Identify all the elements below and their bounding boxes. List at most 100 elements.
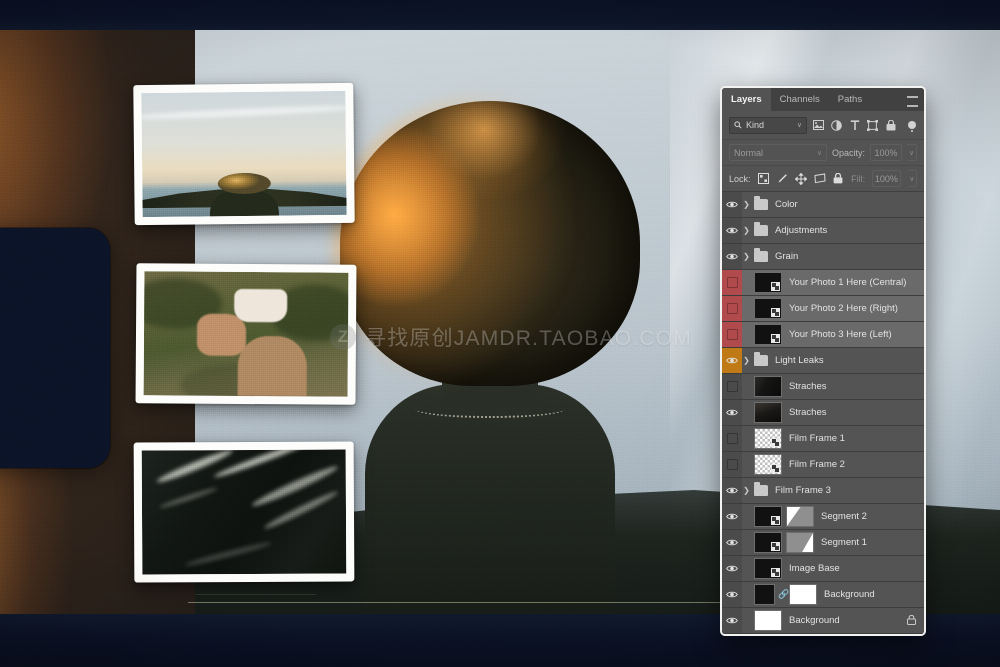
tab-channels[interactable]: Channels	[770, 88, 829, 111]
layer-thumbnail[interactable]	[754, 298, 782, 319]
layer-name[interactable]: Film Frame 3	[775, 485, 831, 496]
eye-visible-icon[interactable]	[726, 590, 738, 599]
smart-object-filter-icon[interactable]	[884, 119, 897, 132]
eye-hidden-icon[interactable]	[726, 303, 738, 314]
layer-name[interactable]: Your Photo 2 Here (Right)	[789, 303, 898, 314]
layer-thumbnail[interactable]	[754, 324, 782, 345]
lock-transparent-pixels-icon[interactable]	[757, 173, 769, 185]
layer-visibility-toggle[interactable]	[722, 556, 742, 581]
layer-row[interactable]: ❯ Light Leaks	[722, 348, 924, 374]
fill-chevron-icon[interactable]: ∨	[907, 170, 918, 187]
layer-name[interactable]: Film Frame 2	[789, 459, 845, 470]
layer-visibility-toggle[interactable]	[722, 582, 742, 607]
hamburger-menu-icon[interactable]	[907, 96, 918, 107]
blend-mode-select[interactable]: Normal ∨	[729, 144, 827, 161]
layer-visibility-toggle[interactable]	[722, 192, 742, 217]
expand-arrow-icon[interactable]: ❯	[742, 486, 751, 495]
adjustment-layer-filter-icon[interactable]	[830, 119, 843, 132]
layer-visibility-toggle[interactable]	[722, 478, 742, 503]
layer-visibility-toggle[interactable]	[722, 426, 742, 451]
layer-row[interactable]: ❯ Grain	[722, 244, 924, 270]
fill-input[interactable]: 100%	[872, 170, 901, 187]
layer-row[interactable]: ❯Background	[722, 608, 924, 634]
layer-name[interactable]: Your Photo 1 Here (Central)	[789, 277, 906, 288]
photo-card-bottom[interactable]	[133, 441, 355, 583]
layer-name[interactable]: Film Frame 1	[789, 433, 845, 444]
layer-name[interactable]: Straches	[789, 381, 827, 392]
layer-row[interactable]: ❯Film Frame 1	[722, 426, 924, 452]
layer-name[interactable]: Grain	[775, 251, 798, 262]
layer-row[interactable]: ❯ Color	[722, 192, 924, 218]
layer-visibility-toggle[interactable]	[722, 244, 742, 269]
layer-thumbnail[interactable]	[754, 272, 782, 293]
eye-visible-icon[interactable]	[726, 252, 738, 261]
opacity-chevron-icon[interactable]: ∨	[907, 144, 917, 161]
layer-name[interactable]: Background	[824, 589, 875, 600]
eye-visible-icon[interactable]	[726, 408, 738, 417]
lock-position-icon[interactable]	[794, 172, 807, 185]
opacity-input[interactable]: 100%	[870, 144, 902, 161]
lock-all-icon[interactable]	[833, 173, 844, 185]
layer-thumbnail[interactable]	[754, 506, 782, 527]
layer-thumbnail[interactable]	[754, 610, 782, 631]
photo-card-middle[interactable]	[135, 263, 357, 405]
layer-visibility-toggle[interactable]	[722, 296, 742, 321]
layer-thumbnail[interactable]	[754, 584, 775, 605]
layer-visibility-toggle[interactable]	[722, 504, 742, 529]
eye-visible-icon[interactable]	[726, 512, 738, 521]
expand-arrow-icon[interactable]: ❯	[742, 356, 751, 365]
eye-visible-icon[interactable]	[726, 538, 738, 547]
eye-hidden-icon[interactable]	[726, 277, 738, 288]
layer-row[interactable]: ❯ Film Frame 3	[722, 478, 924, 504]
layer-name[interactable]: Background	[789, 615, 840, 626]
layer-row[interactable]: ❯Straches	[722, 400, 924, 426]
eye-visible-icon[interactable]	[726, 486, 738, 495]
layer-list[interactable]: ❯Color❯Adjustments❯Grain❯Your Photo 1 He…	[722, 192, 924, 634]
eye-visible-icon[interactable]	[726, 616, 738, 625]
eye-hidden-icon[interactable]	[726, 433, 738, 444]
layer-thumbnail[interactable]	[754, 532, 782, 553]
layer-visibility-toggle[interactable]	[722, 218, 742, 243]
filter-toggle-switch[interactable]	[908, 121, 916, 129]
layer-mask-thumbnail[interactable]	[789, 584, 817, 605]
layer-name[interactable]: Straches	[789, 407, 827, 418]
layer-row[interactable]: ❯ Adjustments	[722, 218, 924, 244]
expand-arrow-icon[interactable]: ❯	[742, 252, 751, 261]
layer-name[interactable]: Segment 1	[821, 537, 867, 548]
layers-panel[interactable]: Layers Channels Paths Kind ∨ Normal ∨ Op…	[720, 86, 926, 636]
layer-row[interactable]: ❯Your Photo 1 Here (Central)	[722, 270, 924, 296]
expand-arrow-icon[interactable]: ❯	[742, 200, 751, 209]
layer-visibility-toggle[interactable]	[722, 322, 742, 347]
eye-visible-icon[interactable]	[726, 356, 738, 365]
layer-name[interactable]: Light Leaks	[775, 355, 824, 366]
eye-hidden-icon[interactable]	[726, 381, 738, 392]
layer-name[interactable]: Image Base	[789, 563, 840, 574]
layer-thumbnail[interactable]	[754, 558, 782, 579]
type-layer-filter-icon[interactable]	[848, 119, 861, 132]
eye-visible-icon[interactable]	[726, 226, 738, 235]
layer-visibility-toggle[interactable]	[722, 270, 742, 295]
layer-visibility-toggle[interactable]	[722, 530, 742, 555]
layer-row[interactable]: ❯Straches	[722, 374, 924, 400]
filter-kind-select[interactable]: Kind ∨	[729, 116, 807, 134]
layer-name[interactable]: Adjustments	[775, 225, 827, 236]
tab-paths[interactable]: Paths	[828, 88, 872, 111]
eye-visible-icon[interactable]	[726, 200, 738, 209]
layer-row[interactable]: ❯🔗Background	[722, 582, 924, 608]
lock-image-pixels-icon[interactable]	[776, 173, 788, 185]
layer-name[interactable]: Your Photo 3 Here (Left)	[789, 329, 892, 340]
eye-hidden-icon[interactable]	[726, 459, 738, 470]
layer-visibility-toggle[interactable]	[722, 348, 742, 373]
lock-artboard-nesting-icon[interactable]	[814, 173, 826, 185]
eye-hidden-icon[interactable]	[726, 329, 738, 340]
layer-row[interactable]: ❯Your Photo 3 Here (Left)	[722, 322, 924, 348]
layer-row[interactable]: ❯Segment 1	[722, 530, 924, 556]
layer-row[interactable]: ❯Your Photo 2 Here (Right)	[722, 296, 924, 322]
expand-arrow-icon[interactable]: ❯	[742, 226, 751, 235]
layer-visibility-toggle[interactable]	[722, 452, 742, 477]
eye-visible-icon[interactable]	[726, 564, 738, 573]
layer-visibility-toggle[interactable]	[722, 374, 742, 399]
tab-layers[interactable]: Layers	[722, 88, 771, 111]
shape-layer-filter-icon[interactable]	[866, 119, 879, 132]
layer-visibility-toggle[interactable]	[722, 608, 742, 633]
